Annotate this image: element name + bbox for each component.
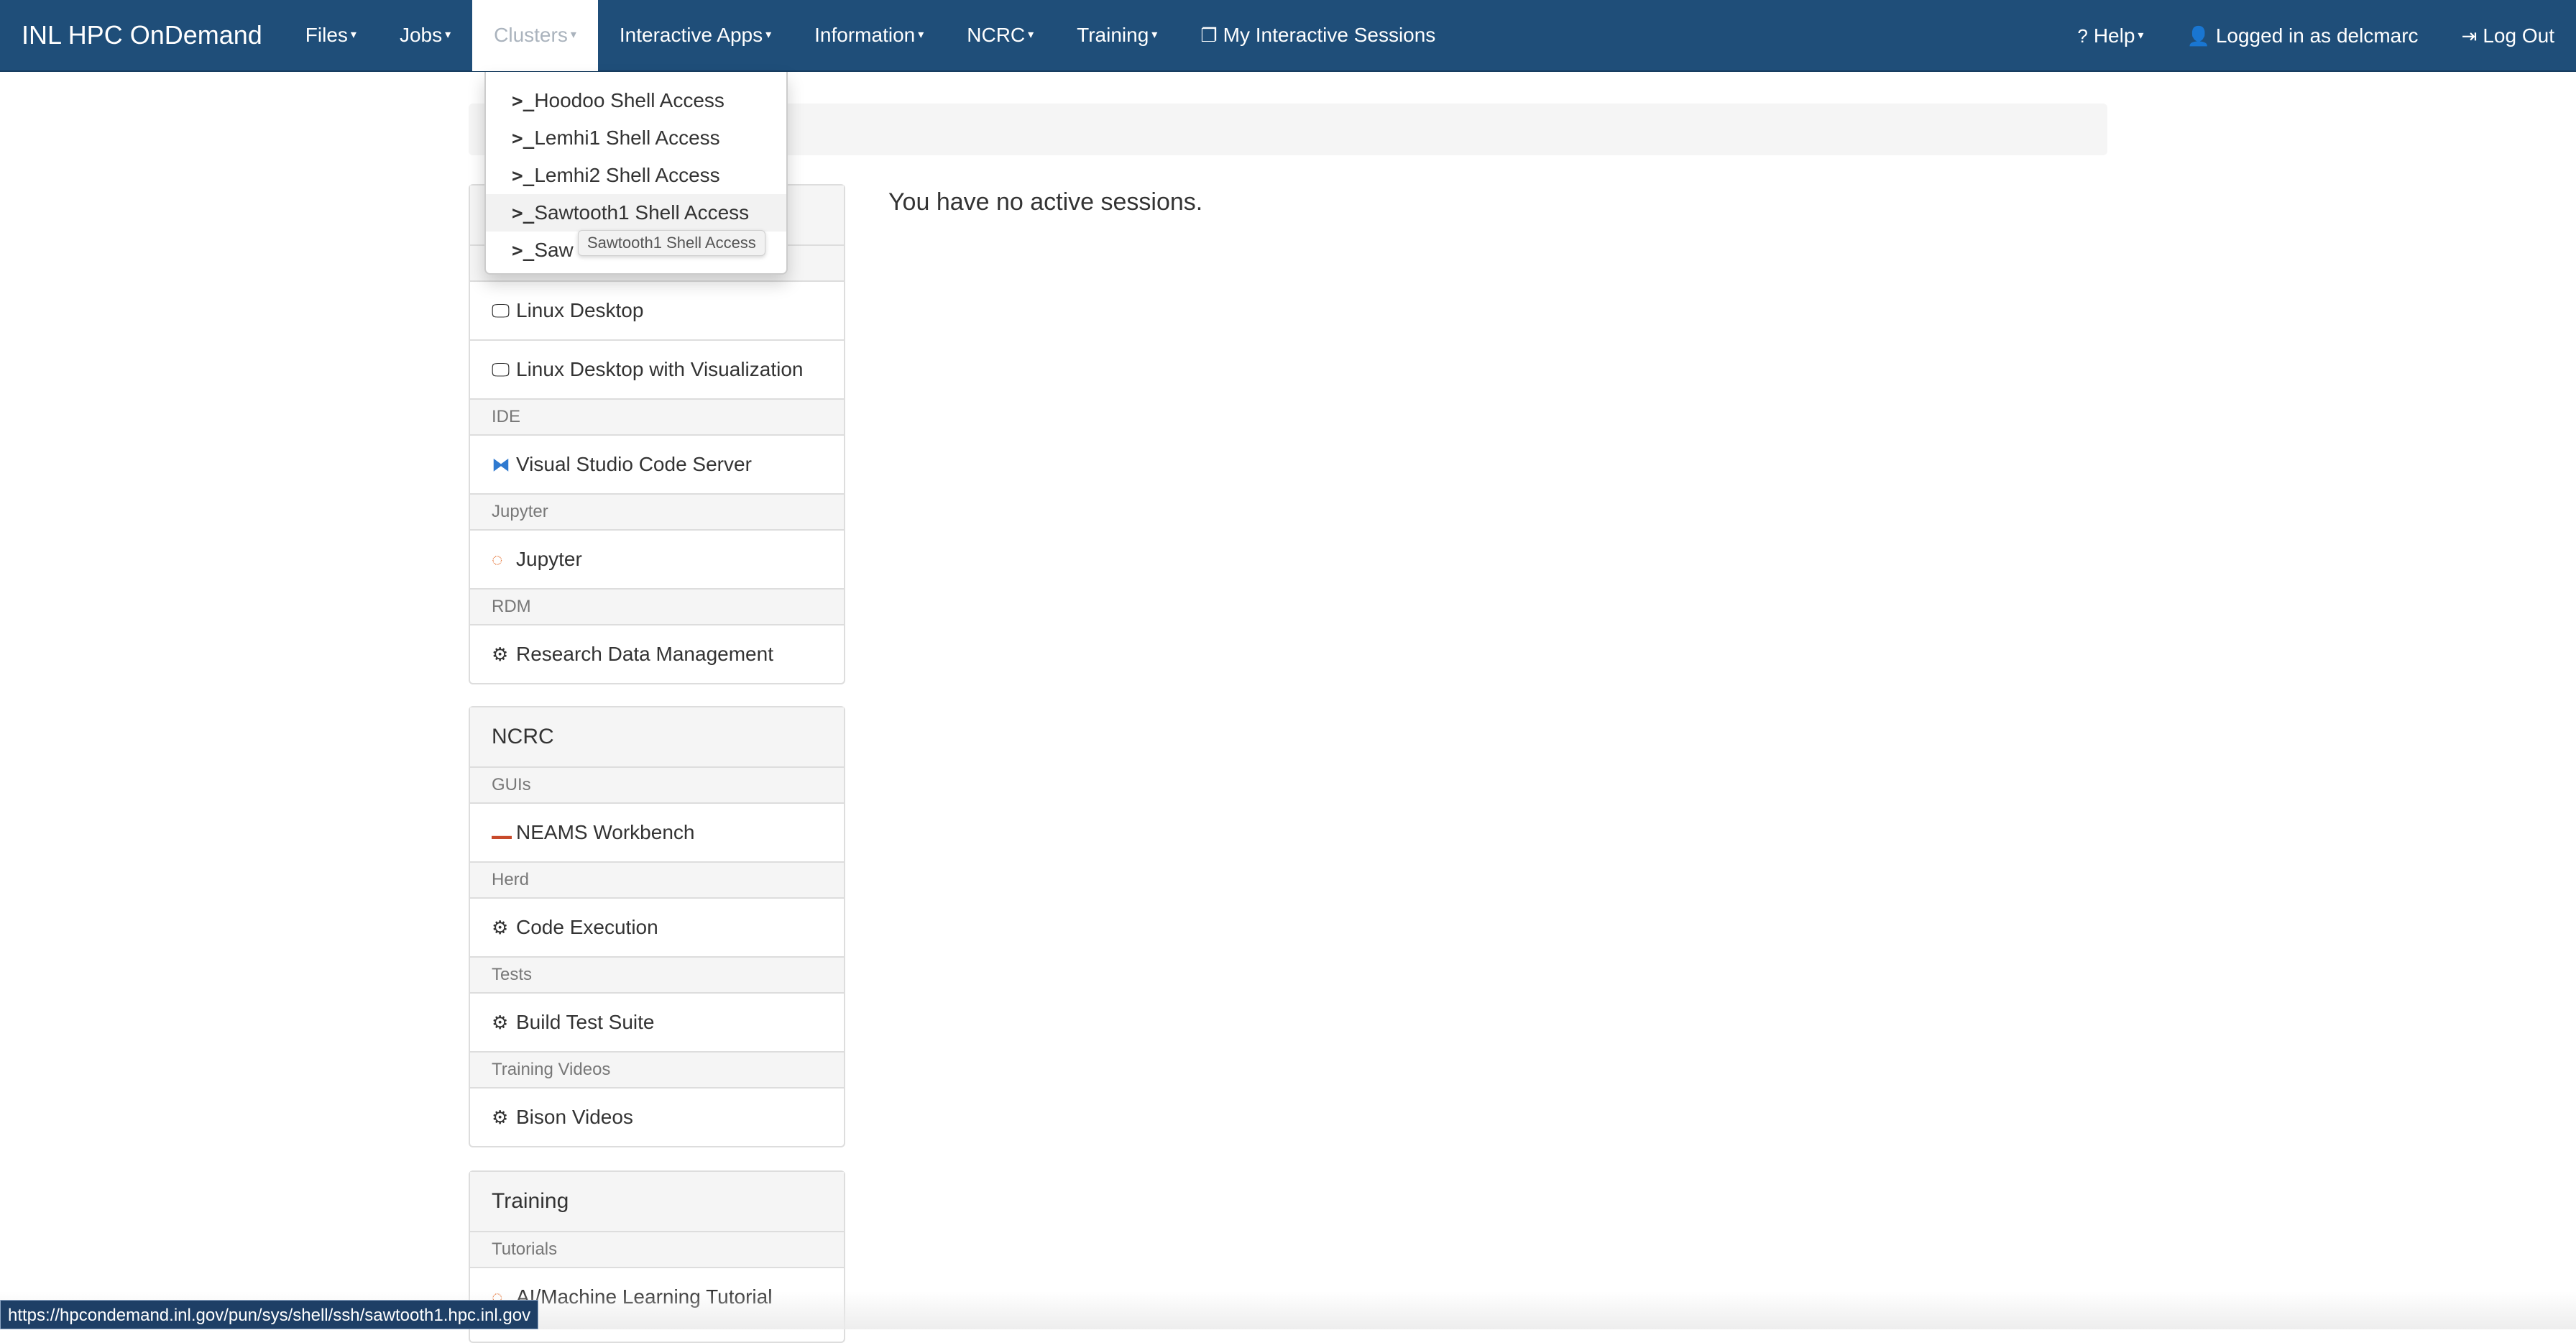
nav-user-label: Logged in as delcmarc — [2215, 24, 2419, 47]
monitor-icon: 🖵 — [492, 300, 510, 321]
app-vscode-server[interactable]: ⧓ Visual Studio Code Server — [470, 436, 844, 495]
caret-down-icon: ▾ — [1028, 29, 1034, 41]
caret-down-icon: ▾ — [570, 29, 576, 41]
gear-icon: ⚙ — [492, 917, 509, 938]
app-code-execution[interactable]: ⚙ Code Execution — [470, 899, 844, 958]
logout-icon: ⇥ — [2461, 25, 2478, 47]
gear-icon: ⚙ — [492, 643, 509, 665]
nav-jobs-label: Jobs — [399, 24, 443, 46]
group-header-rdm: RDM — [470, 590, 844, 625]
nav-training-label: Training — [1077, 24, 1149, 46]
menu-item-label: Lemhi2 Shell Access — [534, 164, 720, 186]
group-header-jupyter: Jupyter — [470, 495, 844, 531]
nav-log-out[interactable]: ⇥ Log Out — [2440, 0, 2576, 72]
neams-icon: ▬▬ — [492, 830, 512, 841]
gear-icon: ⚙ — [492, 1012, 509, 1033]
app-neams-workbench[interactable]: ▬▬ NEAMS Workbench — [470, 804, 844, 863]
group-header-tests: Tests — [470, 958, 844, 994]
panel-title: Training — [470, 1172, 844, 1232]
brand-link[interactable]: INL HPC OnDemand — [0, 0, 284, 71]
menu-item-hoodoo-shell[interactable]: >_Hoodoo Shell Access — [486, 82, 786, 119]
top-navbar: INL HPC OnDemand Files ▾ Jobs ▾ Clusters ▾ … — [0, 0, 2576, 72]
nav-logout-label: Log Out — [2483, 24, 2554, 47]
menu-item-label: Saw — [534, 239, 574, 261]
app-label: Linux Desktop — [516, 299, 644, 321]
app-label: Visual Studio Code Server — [516, 453, 752, 475]
navbar-right: ? Help ▾ 👤 Logged in as delcmarc ⇥ Log Out — [2056, 0, 2576, 72]
nav-files[interactable]: Files ▾ — [284, 0, 378, 71]
app-label: Research Data Management — [516, 643, 773, 665]
nav-training[interactable]: Training ▾ — [1055, 0, 1179, 71]
caret-down-icon: ▾ — [350, 29, 356, 41]
monitor-icon: 🖵 — [492, 359, 510, 380]
terminal-icon: >_ — [512, 165, 535, 187]
nav-files-label: Files — [305, 24, 348, 46]
nav-clusters-label: Clusters — [494, 24, 568, 46]
panel-title: NCRC — [470, 707, 844, 768]
nav-jobs[interactable]: Jobs ▾ — [378, 0, 472, 71]
hover-tooltip: Sawtooth1 Shell Access — [578, 230, 765, 256]
nav-sessions-label: My Interactive Sessions — [1223, 24, 1436, 46]
app-linux-desktop[interactable]: 🖵 Linux Desktop — [470, 282, 844, 341]
menu-item-lemhi2-shell[interactable]: >_Lemhi2 Shell Access — [486, 157, 786, 194]
caret-down-icon: ▾ — [918, 29, 924, 41]
nav-information[interactable]: Information ▾ — [793, 0, 945, 71]
nav-interactive-apps[interactable]: Interactive Apps ▾ — [598, 0, 793, 71]
nav-ncrc[interactable]: NCRC ▾ — [945, 0, 1055, 71]
nav-logged-in-user[interactable]: 👤 Logged in as delcmarc — [2165, 0, 2439, 72]
terminal-icon: >_ — [512, 91, 535, 112]
caret-down-icon: ▾ — [765, 29, 772, 41]
caret-down-icon: ▾ — [445, 29, 451, 41]
sessions-icon: ❐ — [1200, 24, 1218, 46]
menu-item-sawtooth1-shell[interactable]: >_Sawtooth1 Shell Access — [486, 194, 786, 232]
group-header-ide: IDE — [470, 400, 844, 436]
user-icon: 👤 — [2186, 25, 2210, 47]
nav-help-label: Help — [2093, 24, 2135, 47]
group-header-guis: GUIs — [470, 768, 844, 804]
terminal-icon: >_ — [512, 240, 535, 262]
group-header-training-videos: Training Videos — [470, 1053, 844, 1088]
menu-item-lemhi1-shell[interactable]: >_Lemhi1 Shell Access — [486, 119, 786, 157]
terminal-icon: >_ — [512, 128, 535, 150]
app-label: Build Test Suite — [516, 1011, 655, 1033]
ncrc-panel: NCRC GUIs ▬▬ NEAMS Workbench Herd ⚙ Code E… — [469, 706, 845, 1147]
app-linux-desktop-visualization[interactable]: 🖵 Linux Desktop with Visualization — [470, 341, 844, 400]
app-research-data-management[interactable]: ⚙ Research Data Management — [470, 625, 844, 683]
menu-item-label: Hoodoo Shell Access — [534, 89, 724, 111]
menu-item-label: Lemhi1 Shell Access — [534, 127, 720, 149]
nav-help[interactable]: ? Help ▾ — [2056, 0, 2165, 72]
app-jupyter[interactable]: ◌ Jupyter — [470, 531, 844, 590]
caret-down-icon: ▾ — [2138, 29, 2144, 42]
nav-my-interactive-sessions[interactable]: ❐ My Interactive Sessions — [1179, 0, 1457, 71]
link-status-bar: https://hpcondemand.inl.gov/pun/sys/shel… — [0, 1300, 539, 1329]
help-icon: ? — [2077, 25, 2088, 47]
menu-item-label: Sawtooth1 Shell Access — [534, 201, 750, 224]
app-label: Bison Videos — [516, 1106, 633, 1128]
group-header-tutorials: Tutorials — [470, 1232, 844, 1268]
app-label: Code Execution — [516, 916, 658, 938]
app-label: Jupyter — [516, 548, 582, 570]
nav-interactive-apps-label: Interactive Apps — [619, 24, 763, 46]
nav-ncrc-label: NCRC — [967, 24, 1026, 46]
nav-clusters[interactable]: Clusters ▾ — [472, 0, 598, 71]
jupyter-icon: ◌ — [492, 549, 503, 570]
app-bison-videos[interactable]: ⚙ Bison Videos — [470, 1088, 844, 1146]
terminal-icon: >_ — [512, 203, 535, 224]
gear-icon: ⚙ — [492, 1106, 509, 1128]
app-build-test-suite[interactable]: ⚙ Build Test Suite — [470, 994, 844, 1053]
app-label: NEAMS Workbench — [516, 821, 695, 843]
caret-down-icon: ▾ — [1151, 29, 1158, 41]
app-label: Linux Desktop with Visualization — [516, 358, 804, 380]
nav-information-label: Information — [814, 24, 916, 46]
group-header-herd: Herd — [470, 863, 844, 899]
no-sessions-message: You have no active sessions. — [888, 188, 1203, 216]
vscode-icon: ⧓ — [492, 454, 510, 475]
